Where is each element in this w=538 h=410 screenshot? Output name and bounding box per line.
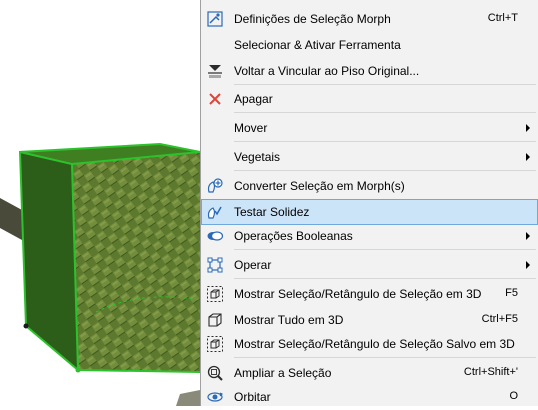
menu-item-label: Ampliar a Seleção (234, 366, 332, 380)
morph-cube[interactable] (18, 142, 201, 373)
submenu-arrow-icon (526, 153, 530, 161)
menu-item-label: Mostrar Seleção/Retângulo de Seleção em … (234, 287, 482, 301)
menu-separator (234, 170, 536, 171)
check-solidity-icon (207, 206, 222, 219)
menu-item-label: Voltar a Vincular ao Piso Original... (234, 64, 420, 78)
menu-item-shortcut: Ctrl+Shift+' (463, 366, 518, 378)
menu-item-label: Mostrar Seleção/Retângulo de Seleção Sal… (234, 337, 515, 351)
menu-item-shortcut: Ctrl+F5 (481, 313, 518, 325)
floor-slab (176, 390, 200, 406)
context-menu: Definições de Seleção Morph Ctrl+T Selec… (200, 0, 538, 406)
menu-item-orbit[interactable]: Orbitar O (201, 384, 538, 410)
menu-separator (234, 249, 536, 250)
show-selection-3d-icon (207, 286, 223, 302)
menu-item-show-selection-3d[interactable]: Mostrar Seleção/Retângulo de Seleção em … (201, 281, 538, 307)
menu-item-label: Apagar (234, 92, 273, 106)
menu-item-select-activate-tool[interactable]: Selecionar & Ativar Ferramenta (201, 32, 538, 58)
submenu-arrow-icon (526, 261, 530, 269)
menu-item-operate[interactable]: Operar (201, 252, 538, 278)
menu-separator (234, 278, 536, 279)
relink-floor-icon (208, 65, 222, 78)
operate-icon (207, 257, 223, 273)
menu-item-label: Orbitar (234, 390, 271, 404)
menu-item-morph-settings[interactable]: Definições de Seleção Morph Ctrl+T (201, 6, 538, 32)
menu-item-move[interactable]: Mover (201, 115, 538, 141)
menu-item-label: Operar (234, 258, 272, 272)
menu-item-shortcut: O (509, 390, 518, 402)
cube-left-face (20, 152, 78, 370)
submenu-arrow-icon (526, 124, 530, 132)
morph-settings-icon (207, 11, 223, 27)
menu-item-shortcut: Ctrl+T (487, 12, 518, 24)
menu-item-label: Converter Seleção em Morph(s) (234, 179, 405, 193)
convert-morph-icon (207, 178, 223, 193)
menu-item-label: Vegetais (234, 150, 281, 164)
menu-separator (234, 112, 536, 113)
menu-item-show-all-3d[interactable]: Mostrar Tudo em 3D Ctrl+F5 (201, 307, 538, 333)
menu-separator (234, 84, 536, 85)
cube-vertex-node (75, 367, 81, 373)
menu-item-delete[interactable]: Apagar (201, 86, 538, 112)
menu-item-vegetation[interactable]: Vegetais (201, 144, 538, 170)
submenu-arrow-icon (526, 232, 530, 240)
menu-separator (234, 357, 536, 358)
menu-item-zoom-selection[interactable]: Ampliar a Seleção Ctrl+Shift+' (201, 360, 538, 386)
menu-item-shortcut: F5 (505, 287, 518, 299)
cube-vertex-node (23, 323, 29, 329)
menu-item-label: Testar Solidez (234, 205, 310, 219)
menu-item-show-saved-selection-3d[interactable]: Mostrar Seleção/Retângulo de Seleção Sal… (201, 331, 538, 357)
menu-item-relink-floor[interactable]: Voltar a Vincular ao Piso Original... (201, 58, 538, 84)
menu-item-label: Definições de Seleção Morph (234, 12, 391, 26)
show-saved-selection-3d-icon (207, 336, 223, 352)
menu-item-label: Mostrar Tudo em 3D (234, 313, 344, 327)
menu-item-boolean-operations[interactable]: Operações Booleanas (201, 223, 538, 249)
menu-separator (234, 141, 536, 142)
menu-item-convert-to-morph[interactable]: Converter Seleção em Morph(s) (201, 173, 538, 199)
menu-item-label: Mover (234, 121, 268, 135)
zoom-selection-icon (207, 365, 223, 381)
show-all-3d-icon (208, 313, 222, 327)
cube-textured-tint (72, 152, 200, 372)
shadow-shape (0, 198, 22, 240)
menu-item-label: Selecionar & Ativar Ferramenta (234, 38, 401, 52)
delete-icon (209, 93, 221, 105)
boolean-operations-icon (207, 231, 224, 241)
menu-item-check-solidity[interactable]: Testar Solidez (201, 199, 538, 225)
menu-item-label: Operações Booleanas (234, 229, 353, 243)
orbit-icon (207, 392, 224, 402)
